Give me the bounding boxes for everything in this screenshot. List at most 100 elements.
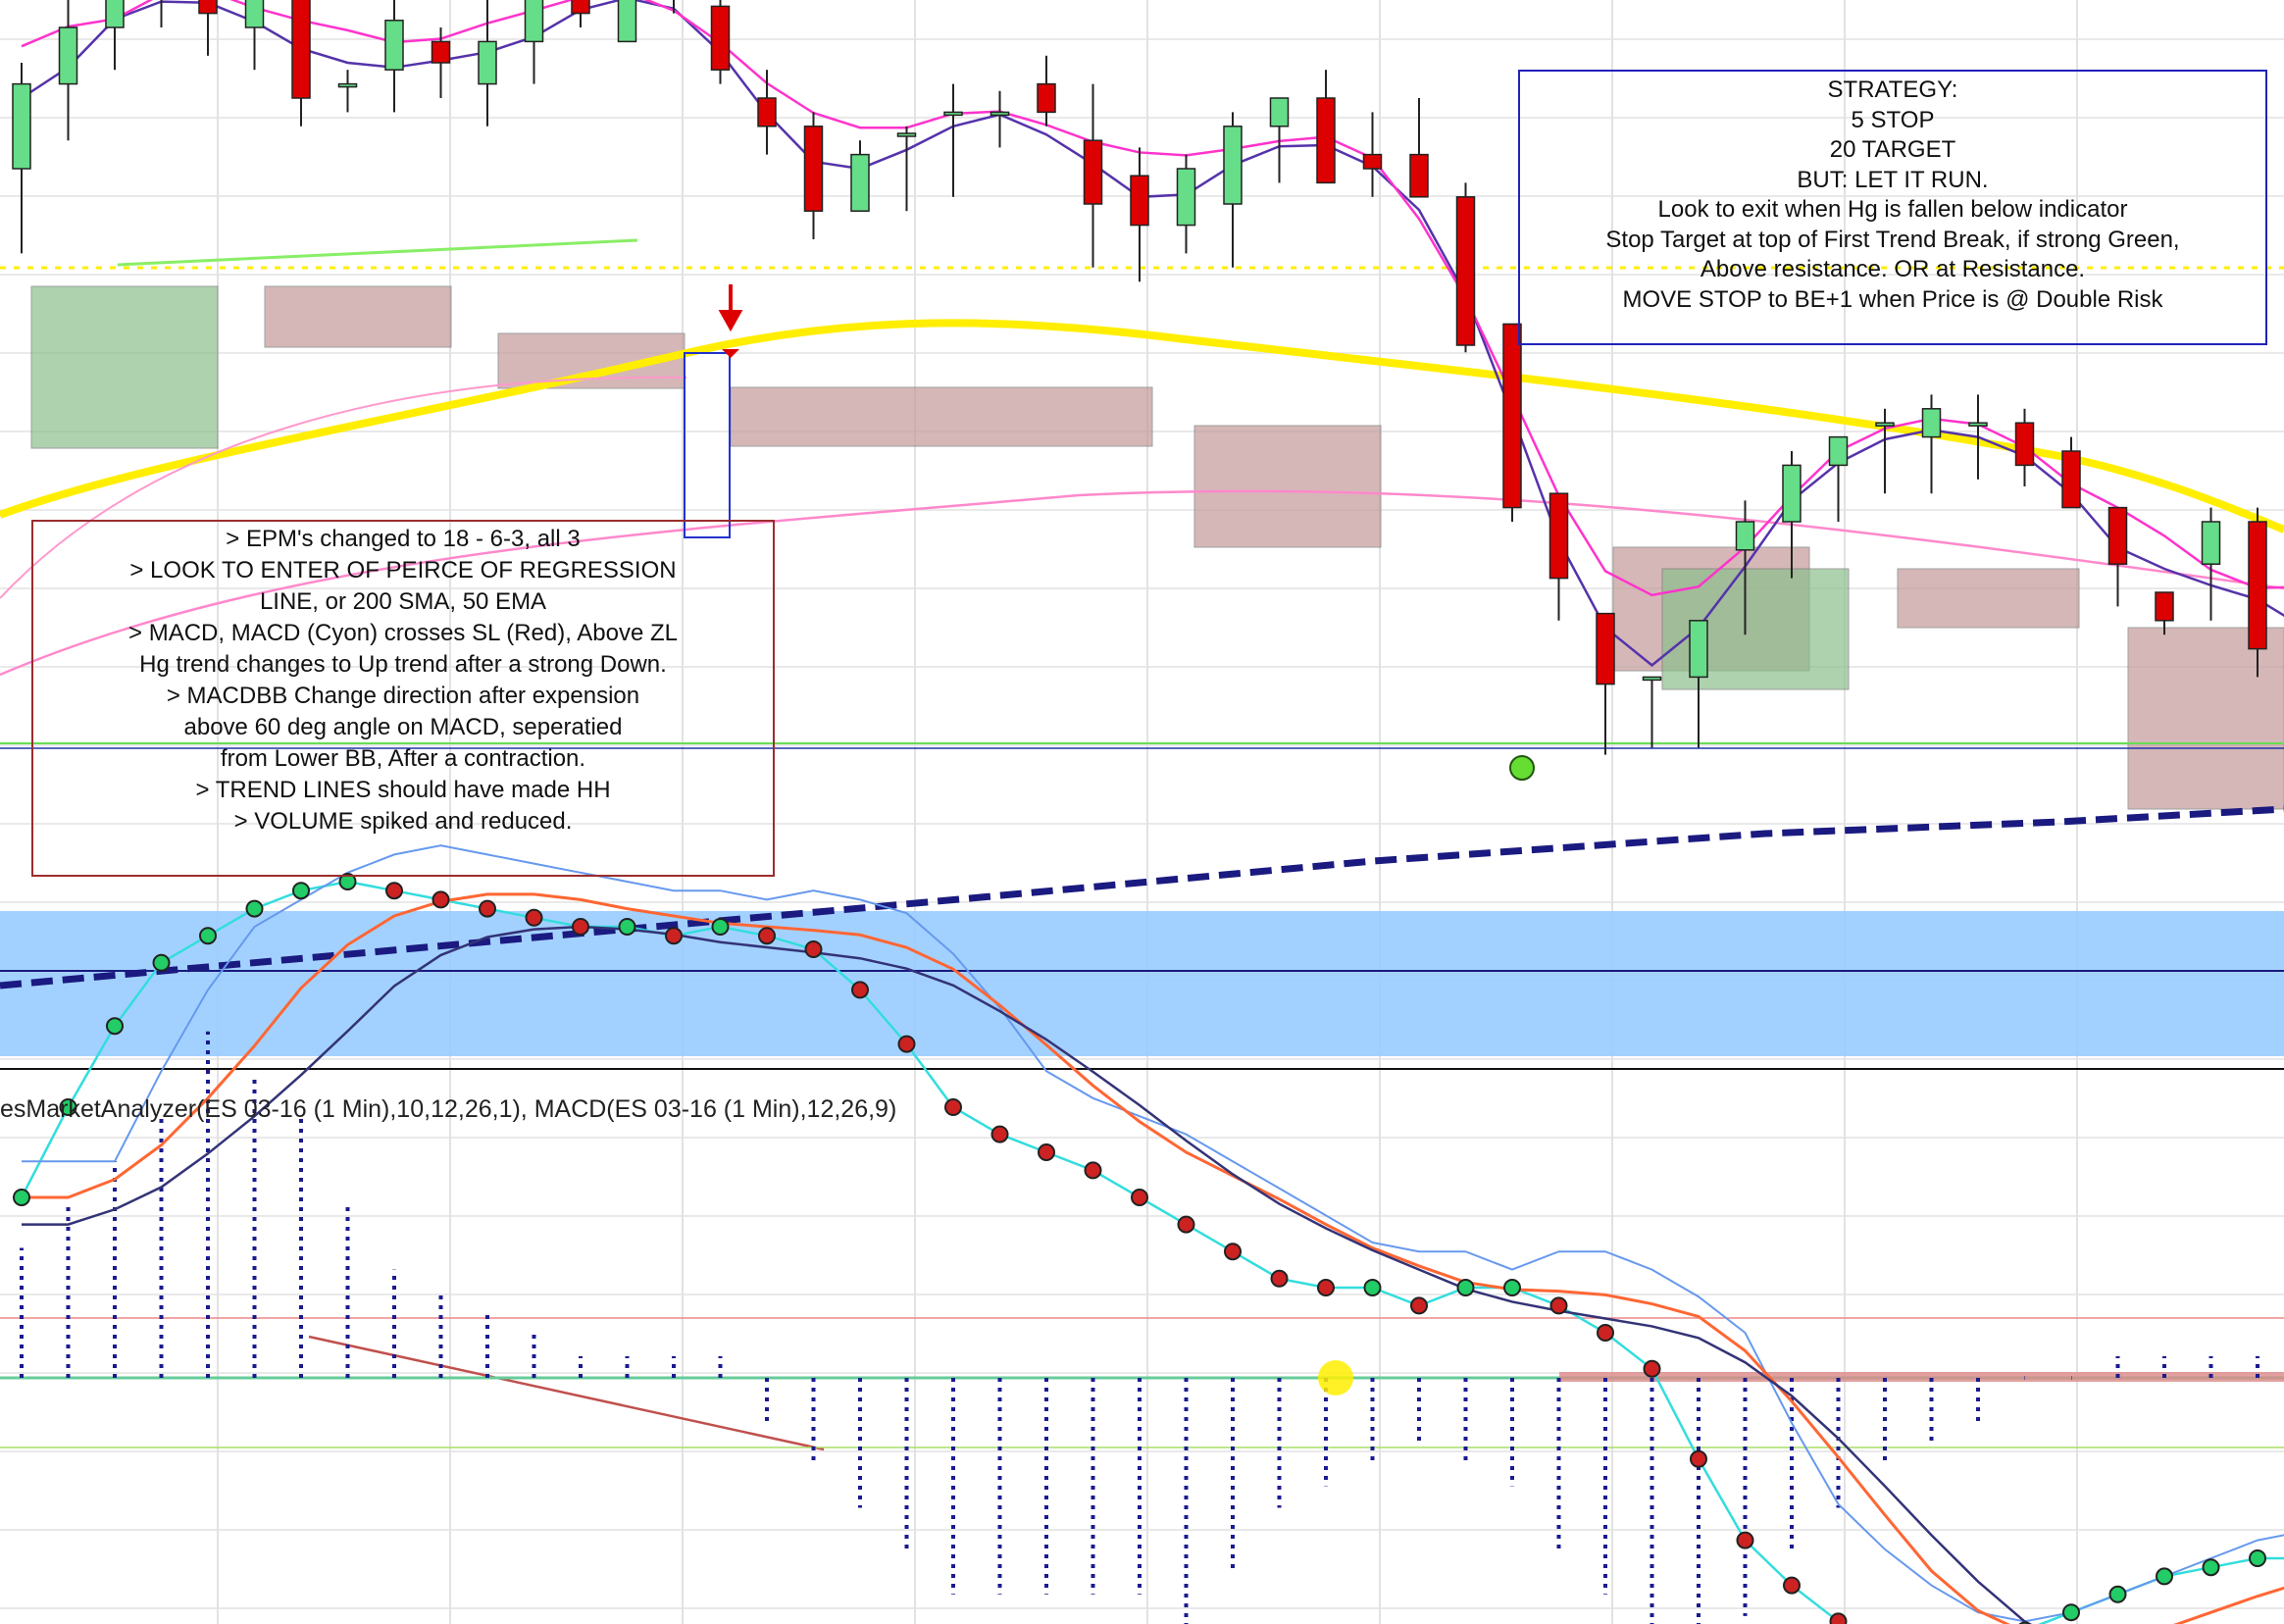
macd-dot <box>479 899 496 918</box>
macd-dot <box>1177 1215 1195 1234</box>
crossover-highlight-icon <box>1318 1360 1353 1396</box>
macd-dot <box>1736 1531 1754 1549</box>
candle-body <box>1502 323 1522 509</box>
strategy-note: STRATEGY: 5 STOP 20 TARGET BUT: LET IT RUN.… <box>1518 70 2267 345</box>
macd-dot <box>1363 1279 1382 1296</box>
note-line: above 60 deg angle on MACD, seperatied <box>183 714 623 740</box>
candle-body <box>1362 153 1383 170</box>
macd-dot <box>1456 1279 1475 1296</box>
candle-body <box>478 40 497 85</box>
macd-dot <box>1084 1161 1102 1180</box>
price-zone <box>1193 425 1382 548</box>
macd-dot <box>1549 1296 1568 1315</box>
zero-line-highlight <box>1559 1372 2284 1382</box>
price-zone <box>30 285 219 449</box>
candle-body <box>990 111 1010 117</box>
note-line: LINE, or 200 SMA, 50 EMA <box>259 588 547 615</box>
candle-body <box>1316 97 1336 184</box>
macd-dot <box>1317 1279 1335 1296</box>
candle-body <box>1782 464 1802 523</box>
candle-body <box>105 0 125 28</box>
candle-body <box>524 0 544 43</box>
candle-body <box>2014 422 2035 467</box>
candle-body <box>1455 196 1476 346</box>
macd-dot <box>2202 1558 2220 1577</box>
candle-body <box>58 26 78 85</box>
note-line: > LOOK TO ENTER OF PEIRCE OF REGRESSION <box>129 557 677 584</box>
note-line: Above resistance. OR at Resistance. <box>1700 256 2086 282</box>
candle-body <box>571 0 590 15</box>
macd-dot <box>292 882 310 900</box>
macd-dot <box>525 908 543 927</box>
candle-body <box>1223 126 1243 205</box>
note-line: Look to exit when Hg is fallen below ind… <box>1657 196 2128 223</box>
candle-body <box>1921 408 1942 438</box>
macd-dot <box>1783 1576 1801 1595</box>
macd-dot <box>1131 1189 1148 1206</box>
note-line: from Lower BB, After a contraction. <box>220 745 586 772</box>
note-line: > EPM's changed to 18 - 6-3, all 3 <box>226 526 581 552</box>
macd-dot <box>152 953 171 972</box>
candle-body <box>198 0 218 15</box>
macd-dot <box>199 927 217 945</box>
candle-body <box>337 82 358 88</box>
macd-dot <box>897 1035 916 1053</box>
macd-dot <box>944 1098 962 1116</box>
buy-signal-icon <box>1509 755 1535 781</box>
note-line: 5 STOP <box>1851 106 1935 133</box>
macd-dot <box>618 918 636 936</box>
candle-body <box>1083 139 1103 205</box>
macd-dot <box>2249 1549 2266 1567</box>
macd-dot <box>13 1189 30 1206</box>
candle-body <box>1176 168 1196 227</box>
candle-body <box>1968 422 1988 427</box>
candle-body <box>2155 591 2174 622</box>
macd-dot <box>1503 1279 1521 1296</box>
candle-body <box>1409 153 1429 198</box>
macd-dot <box>1224 1243 1242 1261</box>
note-line: 20 TARGET <box>1829 136 1956 163</box>
note-line: > MACDBB Change direction after expensio… <box>166 683 640 709</box>
candle-body <box>12 82 31 170</box>
macd-dot <box>1410 1296 1428 1315</box>
macd-dot <box>2156 1567 2173 1586</box>
candle-body <box>710 5 731 71</box>
candle-body <box>1269 97 1290 127</box>
macd-dot <box>245 899 264 918</box>
macd-dot <box>2062 1603 2080 1622</box>
candle-body <box>244 0 265 28</box>
note-line: Stop Target at top of First Trend Break,… <box>1605 226 2180 253</box>
candle-body <box>757 97 777 127</box>
candle-body <box>803 126 824 212</box>
indicator-label: esMarketAnalyzer(ES 03-16 (1 Min),10,12,… <box>0 1095 897 1123</box>
candle-body <box>2201 521 2221 565</box>
candle-body <box>291 0 311 99</box>
price-zone <box>730 386 1153 447</box>
entry-rules-note: > EPM's changed to 18 - 6-3, all 3 > LOOK… <box>31 520 775 877</box>
price-zone <box>1897 568 2080 629</box>
candle-body <box>2248 521 2267 650</box>
macd-dot <box>1597 1324 1614 1342</box>
candle-body <box>2061 450 2081 509</box>
candle-body <box>1596 612 1615 685</box>
macd-dot <box>851 981 869 999</box>
macd-dot <box>711 918 730 936</box>
price-zone <box>2127 627 2284 810</box>
note-line: > MACD, MACD (Cyon) crosses SL (Red), Ab… <box>128 620 678 646</box>
macd-dot <box>385 882 403 900</box>
macd-dot <box>1038 1143 1055 1161</box>
macd-dot <box>1643 1359 1661 1378</box>
candle-body <box>1642 676 1662 682</box>
macd-dot <box>2108 1585 2127 1603</box>
candle-body <box>850 153 870 212</box>
candle-body <box>1735 521 1755 551</box>
note-line: > TREND LINES should have made HH <box>195 777 611 803</box>
macd-dot <box>665 927 683 945</box>
macd-dot <box>990 1125 1009 1143</box>
candle-body <box>431 40 451 64</box>
macd-dot <box>1270 1269 1289 1288</box>
note-line: MOVE STOP to BE+1 when Price is @ Double… <box>1622 285 2163 313</box>
candle-body <box>617 0 637 43</box>
candle-body <box>1828 435 1849 467</box>
macd-dot <box>106 1017 124 1036</box>
